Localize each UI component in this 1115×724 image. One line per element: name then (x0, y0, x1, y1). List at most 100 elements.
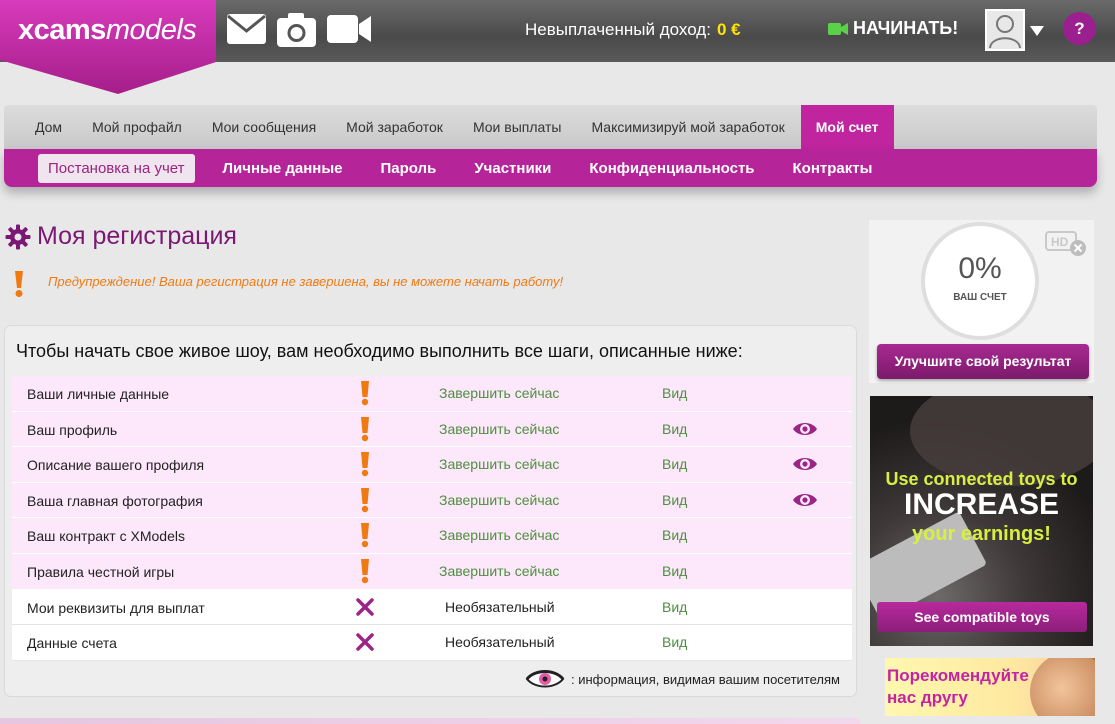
eye-icon (792, 420, 818, 441)
connected-toys-ad[interactable]: Use connected toys to INCREASE your earn… (870, 396, 1093, 646)
step-name: Данные счета (27, 635, 117, 652)
table-row: Ваши личные данные Завершить сейчас Вид (12, 376, 852, 412)
help-icon[interactable]: ? (1063, 12, 1096, 45)
optional-label: Необязательный (445, 598, 555, 615)
refer-friend-banner[interactable]: Порекомендуйте нас другу (885, 658, 1095, 716)
svg-text:HD: HD (1051, 235, 1069, 249)
hd-icon: HD (1045, 228, 1091, 263)
view-link[interactable]: Вид (662, 634, 687, 650)
complete-now-link[interactable]: Завершить сейчас (439, 492, 559, 508)
logo-text-italic: models (105, 14, 197, 46)
refer-line-1: Порекомендуйте (887, 666, 1029, 685)
view-link[interactable]: Вид (662, 421, 687, 437)
cross-icon (356, 629, 374, 654)
table-row: Ваша главная фотография Завершить сейчас В… (12, 482, 852, 519)
view-link[interactable]: Вид (662, 599, 687, 615)
main-nav: Дом Мой профайл Мои сообщения Мой зарабо… (4, 105, 1097, 149)
view-link[interactable]: Вид (662, 456, 687, 472)
view-link[interactable]: Вид (662, 492, 687, 508)
complete-now-link[interactable]: Завершить сейчас (439, 421, 559, 437)
chevron-down-icon[interactable] (1030, 26, 1044, 36)
start-show-button[interactable]: НАЧИНАТЬ! (828, 18, 958, 39)
table-row: Правила честной игры Завершить сейчас Вид (12, 553, 852, 590)
refer-line-2: нас другу (887, 688, 968, 707)
legend-text: : информация, видимая вашим посетителям (571, 671, 840, 687)
bottom-strip (0, 718, 860, 724)
tab-my-account[interactable]: Мой счет (800, 105, 894, 149)
score-ring: 0% ВАШ СЧЕТ (921, 222, 1039, 340)
ad-line-1: Use connected toys to (885, 469, 1078, 489)
registration-steps-panel: Чтобы начать свое живое шоу, вам необход… (4, 325, 857, 697)
steps-intro: Чтобы начать свое живое шоу, вам необход… (16, 341, 743, 361)
ad-line-3: your earnings! (912, 523, 1051, 545)
table-row: Мои реквизиты для выплат Необязательный Ви… (12, 589, 852, 626)
exclamation-icon (356, 487, 374, 516)
earnings-label: Невыплаченный доход: (525, 20, 711, 39)
page-title-text: Моя регистрация (37, 222, 237, 250)
warning-icon (12, 270, 26, 298)
logo[interactable]: xcamsmodels (0, 0, 216, 96)
refer-text: Порекомендуйте нас другу (887, 665, 1029, 709)
camera-live-icon (828, 22, 848, 35)
sub-nav: Постановка на учет Личные данные Пароль … (4, 149, 1097, 187)
eye-icon (525, 670, 565, 688)
improve-score-button[interactable]: Улучшите свой результат (877, 344, 1089, 379)
complete-now-link[interactable]: Завершить сейчас (439, 456, 559, 472)
score-label: ВАШ СЧЕТ (953, 292, 1007, 303)
warning-message: Предупреждение! Ваша регистрация не заве… (48, 274, 564, 289)
earnings-value: 0 € (716, 20, 741, 39)
user-avatar-icon[interactable] (985, 9, 1025, 51)
steps-table: Ваши личные данные Завершить сейчас Вид Ваш… (12, 376, 852, 661)
exclamation-icon (356, 380, 374, 409)
score-percent: 0% (958, 252, 1002, 285)
camera-icon[interactable] (276, 12, 317, 53)
subtab-members[interactable]: Участники (455, 160, 570, 177)
complete-now-link[interactable]: Завершить сейчас (439, 527, 559, 543)
tab-my-payouts[interactable]: Мои выплаты (458, 105, 577, 149)
view-link[interactable]: Вид (662, 563, 687, 579)
step-name: Ваши личные данные (27, 386, 170, 402)
subtab-personal-data[interactable]: Личные данные (204, 160, 362, 177)
page-title: Моя регистрация (5, 222, 237, 251)
table-row: Описание вашего профиля Завершить сейчас В… (12, 447, 852, 483)
table-row: Данные счета Необязательный Вид (12, 625, 852, 661)
view-link[interactable]: Вид (662, 527, 687, 543)
cross-icon (356, 594, 374, 619)
video-camera-icon[interactable] (326, 12, 372, 51)
banner-face-image (1030, 658, 1095, 716)
start-label: НАЧИНАТЬ! (853, 18, 959, 38)
step-name: Ваш контракт с XModels (27, 528, 185, 545)
complete-now-link[interactable]: Завершить сейчас (439, 385, 559, 401)
mail-icon[interactable] (226, 12, 267, 51)
unpaid-earnings: Невыплаченный доход: 0 € (525, 20, 741, 40)
eye-icon (792, 491, 818, 512)
exclamation-icon (356, 522, 374, 551)
ad-line-2: INCREASE (903, 488, 1060, 521)
tab-my-earnings[interactable]: Мой заработок (331, 105, 458, 149)
view-link[interactable]: Вид (662, 385, 687, 401)
subtab-registration[interactable]: Постановка на учет (38, 153, 195, 183)
gear-icon (5, 224, 31, 249)
table-row: Ваш контракт с XModels Завершить сейчас Ви… (12, 518, 852, 554)
step-name: Ваш профиль (27, 421, 118, 438)
subtab-privacy[interactable]: Конфиденциальность (570, 160, 773, 177)
eye-icon (792, 455, 818, 476)
tab-home[interactable]: Дом (4, 105, 77, 149)
tab-my-profile[interactable]: Мой профайл (77, 105, 197, 149)
see-compatible-toys-button[interactable]: See compatible toys (877, 602, 1087, 632)
step-name: Ваша главная фотография (27, 492, 203, 509)
tab-my-messages[interactable]: Мои сообщения (197, 105, 331, 149)
exclamation-icon (356, 558, 374, 587)
account-score-widget: 0% ВАШ СЧЕТ HD Улучшите свой результат (869, 220, 1094, 383)
exclamation-icon (356, 416, 374, 445)
complete-now-link[interactable]: Завершить сейчас (439, 563, 559, 579)
optional-label: Необязательный (445, 634, 555, 651)
subtab-password[interactable]: Пароль (361, 160, 455, 177)
step-name: Описание вашего профиля (27, 457, 205, 474)
step-name: Мои реквизиты для выплат (27, 599, 205, 616)
logo-text-bold: xcams (18, 14, 106, 46)
tab-maximize-earnings[interactable]: Максимизируй мой заработок (576, 105, 799, 149)
step-name: Правила честной игры (27, 563, 175, 580)
exclamation-icon (356, 451, 374, 480)
subtab-contracts[interactable]: Контракты (774, 160, 892, 177)
